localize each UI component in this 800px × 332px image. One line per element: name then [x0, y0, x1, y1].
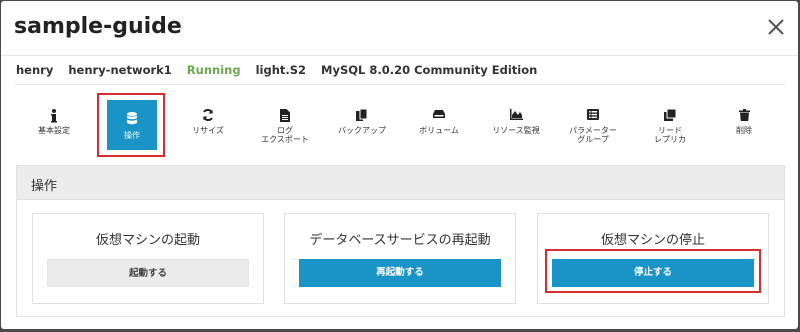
clone-icon	[635, 109, 705, 123]
tool-delete[interactable]: 削除	[709, 88, 779, 162]
close-icon[interactable]	[765, 16, 787, 38]
tool-label: 操作	[124, 131, 140, 140]
card-stop-vm: 仮想マシンの停止 停止する	[537, 213, 769, 304]
start-button[interactable]: 起動する	[47, 259, 249, 287]
refresh-icon	[173, 109, 243, 123]
operation-panel: 操作 仮想マシンの起動 起動する データベースサービスの再起動 再起動する 仮想…	[16, 165, 785, 317]
tool-parameter-group[interactable]: パラメーター グループ	[558, 88, 628, 162]
area-chart-icon	[481, 109, 551, 123]
tool-operation[interactable]: 操作	[107, 100, 157, 150]
hdd-icon	[404, 109, 474, 123]
tool-label: 基本設定	[38, 126, 70, 135]
status-badge: Running	[186, 63, 241, 77]
tool-read-replica[interactable]: リード レプリカ	[635, 88, 705, 162]
tool-volume[interactable]: ボリューム	[404, 88, 474, 162]
file-icon	[250, 109, 320, 123]
copy-icon	[327, 109, 397, 123]
tool-resize[interactable]: リサイズ	[173, 88, 243, 162]
divider	[15, 84, 785, 85]
dialog-header: sample-guide	[1, 1, 798, 56]
tool-resource-monitor[interactable]: リソース監視	[481, 88, 551, 162]
panel-header: 操作	[17, 166, 784, 200]
info-network: henry-network1	[68, 63, 172, 77]
info-icon	[19, 109, 89, 123]
panel-title: 操作	[31, 179, 58, 194]
instance-dialog: sample-guide henry henry-network1 Runnin…	[1, 1, 798, 329]
card-restart-db: データベースサービスの再起動 再起動する	[284, 213, 516, 304]
info-user: henry	[16, 63, 54, 77]
card-title: 仮想マシンの起動	[95, 233, 200, 248]
trash-icon	[709, 109, 779, 123]
tool-label: 削除	[736, 126, 752, 135]
info-plan: light.S2	[255, 63, 307, 77]
card-title: 仮想マシンの停止	[600, 233, 705, 248]
dialog-title: sample-guide	[14, 14, 182, 39]
tool-backup[interactable]: バックアップ	[327, 88, 397, 162]
action-toolbar: 基本設定 操作 リサイズ ログ エクスポート バックアップ ボリューム リソース…	[15, 88, 785, 164]
stop-button[interactable]: 停止する	[552, 259, 754, 287]
card-start-vm: 仮想マシンの起動 起動する	[32, 213, 264, 304]
instance-info: henry henry-network1 Running light.S2 My…	[16, 63, 537, 79]
info-database: MySQL 8.0.20 Community Edition	[321, 63, 538, 77]
list-icon	[558, 109, 628, 123]
database-icon	[107, 112, 157, 125]
restart-button[interactable]: 再起動する	[299, 259, 501, 287]
card-title: データベースサービスの再起動	[309, 233, 491, 248]
tool-basic-settings[interactable]: 基本設定	[19, 88, 89, 162]
tool-log-export[interactable]: ログ エクスポート	[250, 88, 320, 162]
